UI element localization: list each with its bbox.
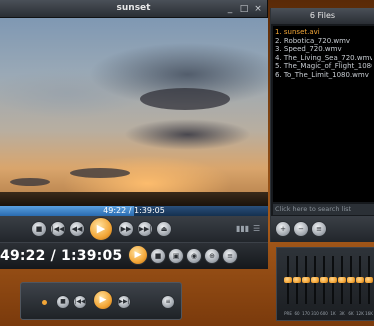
timebar-menu-button[interactable]: ≡ xyxy=(222,248,238,264)
mini-previous-button[interactable]: |◀◀ xyxy=(73,295,87,309)
compact-time-bar: 49:22 / 1:39:05 ▶ ■ ▣ ◉ ⊕ ≡ xyxy=(0,242,268,269)
time-display: 49:22 / 1:39:05 xyxy=(103,206,165,215)
playlist-list: 1. sunset.avi 2. Robotica_720.wmv 3. Spe… xyxy=(273,26,374,202)
playlist-item[interactable]: 2. Robotica_720.wmv xyxy=(275,37,372,46)
eq-slider-knob[interactable] xyxy=(311,277,319,283)
rewind-button[interactable]: ◀◀ xyxy=(69,221,85,237)
timebar-media-button[interactable]: ▣ xyxy=(168,248,184,264)
large-time-display: 49:22 / 1:39:05 xyxy=(0,248,123,264)
eq-slider-knob[interactable] xyxy=(356,277,364,283)
next-button[interactable]: ▶▶| xyxy=(137,221,153,237)
eq-slider-knob[interactable] xyxy=(347,277,355,283)
playlist-menu-button[interactable]: ≡ xyxy=(311,221,327,237)
playlist-item[interactable]: 6. To_The_Limit_1080.wmv xyxy=(275,71,372,80)
mini-player: ■ |◀◀ ▶ ▶▶| ≡ xyxy=(20,282,182,320)
mini-menu-button[interactable]: ≡ xyxy=(161,295,175,309)
video-ground-band xyxy=(0,192,268,206)
eq-slider-knob[interactable] xyxy=(320,277,328,283)
forward-button[interactable]: ▶▶ xyxy=(118,221,134,237)
equalizer-bands xyxy=(277,254,374,306)
playlist-window: 6 Files 1. sunset.avi 2. Robotica_720.wm… xyxy=(270,8,374,242)
seek-bar[interactable]: 49:22 / 1:39:05 xyxy=(0,206,268,216)
timebar-stop-button[interactable]: ■ xyxy=(150,248,166,264)
main-player-window: sunset _ □ × 49:22 / 1:39:05 ■ |◀◀ ◀◀ ▶ … xyxy=(0,0,268,242)
playlist-title[interactable]: 6 Files xyxy=(271,8,374,24)
mini-play-button[interactable]: ▶ xyxy=(93,290,113,310)
equalizer-toggle-icon[interactable]: ▮▮▮ xyxy=(236,224,249,234)
title-bar[interactable]: sunset _ □ × xyxy=(0,0,267,18)
mini-stop-button[interactable]: ■ xyxy=(56,295,70,309)
playlist-item[interactable]: 5. The_Magic_of_Flight_1080.wmv xyxy=(275,62,372,71)
eq-band-slider[interactable] xyxy=(364,254,374,306)
eq-slider-knob[interactable] xyxy=(338,277,346,283)
timebar-zoom-button[interactable]: ⊕ xyxy=(204,248,220,264)
playlist-item[interactable]: 1. sunset.avi xyxy=(275,28,372,37)
playlist-controls: + − ≡ xyxy=(271,216,374,242)
eq-slider-knob[interactable] xyxy=(365,277,373,283)
eq-slider-knob[interactable] xyxy=(329,277,337,283)
eject-button[interactable]: ⏏ xyxy=(156,221,172,237)
play-button[interactable]: ▶ xyxy=(89,217,113,241)
video-display[interactable] xyxy=(0,18,268,206)
cloud-shape xyxy=(10,178,50,186)
eq-slider-knob[interactable] xyxy=(293,277,301,283)
mini-next-button[interactable]: ▶▶| xyxy=(117,295,131,309)
equalizer-panel: PRE 60 170 310 600 1K 3K 6K 12K 16K xyxy=(276,247,374,321)
eq-slider-knob[interactable] xyxy=(284,277,292,283)
playlist-search-field[interactable]: Click here to search list xyxy=(273,204,374,215)
cloud-shape xyxy=(70,168,130,178)
playback-controls: ■ |◀◀ ◀◀ ▶ ▶▶ ▶▶| ⏏ ▮▮▮ ☰ xyxy=(0,216,268,242)
eq-slider-knob[interactable] xyxy=(302,277,310,283)
minimize-button[interactable]: _ xyxy=(224,3,236,15)
window-controls: _ □ × xyxy=(224,3,264,15)
timebar-play-button[interactable]: ▶ xyxy=(128,245,148,265)
status-indicator-icon xyxy=(42,300,47,305)
playlist-toggle-icon[interactable]: ☰ xyxy=(253,224,260,234)
playlist-item[interactable]: 3. Speed_720.wmv xyxy=(275,45,372,54)
equalizer-labels: PRE 60 170 310 600 1K 3K 6K 12K 16K xyxy=(277,310,374,318)
remove-file-button[interactable]: − xyxy=(293,221,309,237)
playlist-item[interactable]: 4. The_Living_Sea_720.wmv xyxy=(275,54,372,63)
add-file-button[interactable]: + xyxy=(275,221,291,237)
cloud-shape xyxy=(140,88,230,110)
stop-button[interactable]: ■ xyxy=(31,221,47,237)
restore-button[interactable]: □ xyxy=(238,3,250,15)
close-button[interactable]: × xyxy=(252,3,264,15)
timebar-display-button[interactable]: ◉ xyxy=(186,248,202,264)
previous-button[interactable]: |◀◀ xyxy=(50,221,66,237)
eq-band-label: 16K xyxy=(365,311,373,316)
